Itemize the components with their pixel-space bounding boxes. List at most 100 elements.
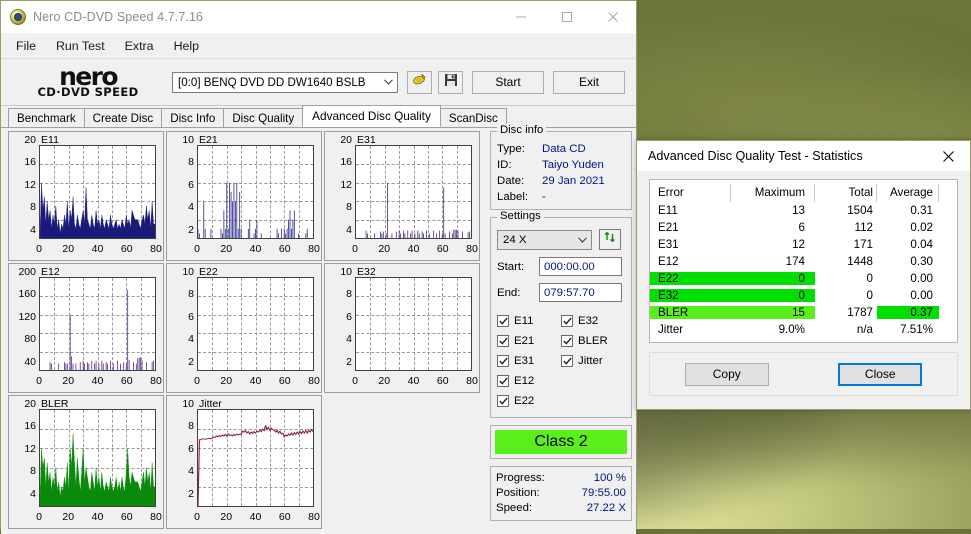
chart-x-tick: 40	[408, 375, 420, 387]
disc-info-legend: Disc info	[497, 124, 546, 136]
chart-y-tick: 12	[24, 179, 36, 191]
chart-x-tick: 20	[220, 375, 232, 387]
start-button[interactable]: Start	[472, 71, 544, 94]
start-time-label: Start:	[497, 261, 539, 273]
end-time-label: End:	[497, 287, 539, 299]
chart-y-tick: 2	[188, 488, 194, 500]
menu-file[interactable]: File	[7, 36, 45, 56]
progress-value: 100 %	[558, 471, 626, 486]
menu-run-test[interactable]: Run Test	[47, 36, 114, 56]
checkbox-bler[interactable]: BLER	[561, 331, 625, 351]
refresh-button[interactable]	[599, 229, 621, 250]
checkbox-label: E21	[514, 335, 534, 347]
checkbox-label: E32	[578, 315, 598, 327]
statistics-cell-maximum: 15	[731, 306, 815, 319]
statistics-row: BLER1517870.37	[650, 304, 957, 321]
checkbox-e12[interactable]: E12	[497, 371, 625, 391]
tab-benchmark[interactable]: Benchmark	[8, 108, 85, 127]
chart-y-tick: 6	[346, 311, 352, 323]
chart-series	[40, 278, 155, 370]
close-icon[interactable]	[926, 141, 970, 171]
chart-x-tick: 80	[150, 243, 162, 255]
checkbox-label: E31	[514, 355, 534, 367]
tab-advanced-disc-quality[interactable]: Advanced Disc Quality	[302, 105, 441, 127]
statistics-cell-total: 171	[815, 238, 877, 251]
chart-y-tick: 6	[188, 179, 194, 191]
close-button[interactable]: Close	[838, 363, 922, 386]
statistics-cell-maximum: 9.0%	[731, 323, 815, 336]
disc-info-group: Disc info Type: Data CD ID: Taiyo Yuden …	[490, 131, 632, 210]
checkbox-e21[interactable]: E21	[497, 331, 561, 351]
statistics-row: E111315040.31	[650, 202, 957, 219]
statistics-header-row: ErrorMaximumTotalAverage	[650, 183, 957, 202]
checkbox-box	[561, 355, 573, 367]
checkbox-e32[interactable]: E32	[561, 311, 625, 331]
chart-y-axis-labels: 48121620	[9, 404, 38, 516]
chart-y-axis-labels: 246810	[167, 272, 196, 384]
start-time-input[interactable]: 000:00.00	[539, 257, 622, 276]
chart-y-tick: 8	[30, 465, 36, 477]
eject-disc-icon	[412, 72, 427, 92]
progress-value: 27.22 X	[558, 501, 626, 516]
chart-y-tick: 10	[182, 266, 194, 278]
progress-key: Speed:	[496, 501, 558, 516]
statistics-cell-maximum: 6	[731, 221, 815, 234]
checkbox-label: Jitter	[578, 355, 603, 367]
chart-x-tick: 80	[150, 375, 162, 387]
chart-e31: E3148121620020406080	[324, 131, 480, 261]
chart-x-tick: 80	[466, 243, 478, 255]
drive-select[interactable]: [0:0] BENQ DVD DD DW1640 BSLB	[172, 72, 398, 93]
tab-disc-info[interactable]: Disc Info	[161, 108, 224, 127]
chart-x-tick: 0	[352, 375, 358, 387]
checkbox-e11[interactable]: E11	[497, 311, 561, 331]
nero-logo: nero CD·DVD SPEED	[13, 67, 163, 98]
disc-info-row-label: Label: -	[497, 189, 631, 205]
tab-disc-quality[interactable]: Disc Quality	[223, 108, 303, 127]
close-icon[interactable]	[590, 1, 636, 32]
copy-button[interactable]: Copy	[685, 363, 769, 386]
chart-x-tick: 40	[250, 511, 262, 523]
chart-x-tick: 20	[62, 243, 74, 255]
chart-e12: E124080120160200020406080	[8, 263, 164, 393]
chart-x-tick: 40	[92, 243, 104, 255]
chart-y-tick: 40	[24, 356, 36, 368]
checkbox-box	[497, 375, 509, 387]
chart-series	[198, 410, 313, 506]
nero-cd-dvd-speed-window: Nero CD-DVD Speed 4.7.7.16 File Run Test…	[0, 0, 637, 529]
chart-x-tick: 60	[121, 375, 133, 387]
checkbox-e22[interactable]: E22	[497, 391, 625, 411]
chart-y-tick: 8	[188, 156, 194, 168]
maximize-icon[interactable]	[544, 1, 590, 32]
chart-x-tick: 0	[194, 375, 200, 387]
title-bar: Nero CD-DVD Speed 4.7.7.16	[1, 1, 636, 33]
chart-title: BLER	[41, 398, 68, 410]
chart-x-tick: 40	[250, 243, 262, 255]
exit-button[interactable]: Exit	[553, 71, 625, 94]
nero-disc-icon	[10, 9, 26, 25]
eject-disc-button[interactable]	[407, 71, 432, 94]
chart-x-tick: 80	[308, 243, 320, 255]
chart-y-tick: 10	[182, 134, 194, 146]
save-results-button[interactable]	[438, 71, 463, 94]
statistics-row: Jitter9.0%n/a7.51%	[650, 321, 957, 338]
chart-series	[40, 146, 155, 238]
end-time-input[interactable]: 079:57.70	[539, 283, 622, 302]
chart-series	[356, 278, 471, 370]
drive-select-value: [0:0] BENQ DVD DD DW1640 BSLB	[173, 76, 366, 89]
checkbox-jitter[interactable]: Jitter	[561, 351, 625, 371]
statistics-cell-total: n/a	[815, 323, 877, 336]
disc-info-key: Type:	[497, 141, 542, 157]
chart-y-axis-labels: 246810	[325, 272, 354, 384]
checkbox-label: BLER	[578, 335, 608, 347]
minimize-icon[interactable]	[498, 1, 544, 32]
statistics-table: ErrorMaximumTotalAverageE111315040.31E21…	[649, 179, 958, 343]
menu-extra[interactable]: Extra	[116, 36, 163, 56]
checkbox-e31[interactable]: E31	[497, 351, 561, 371]
chart-plot-area	[39, 145, 156, 239]
tab-create-disc[interactable]: Create Disc	[84, 108, 163, 127]
disc-info-key: Label:	[497, 189, 542, 205]
menu-help[interactable]: Help	[165, 36, 208, 56]
chart-plot-area	[39, 277, 156, 371]
chart-y-tick: 20	[340, 134, 352, 146]
speed-select[interactable]: 24 X	[497, 230, 592, 250]
